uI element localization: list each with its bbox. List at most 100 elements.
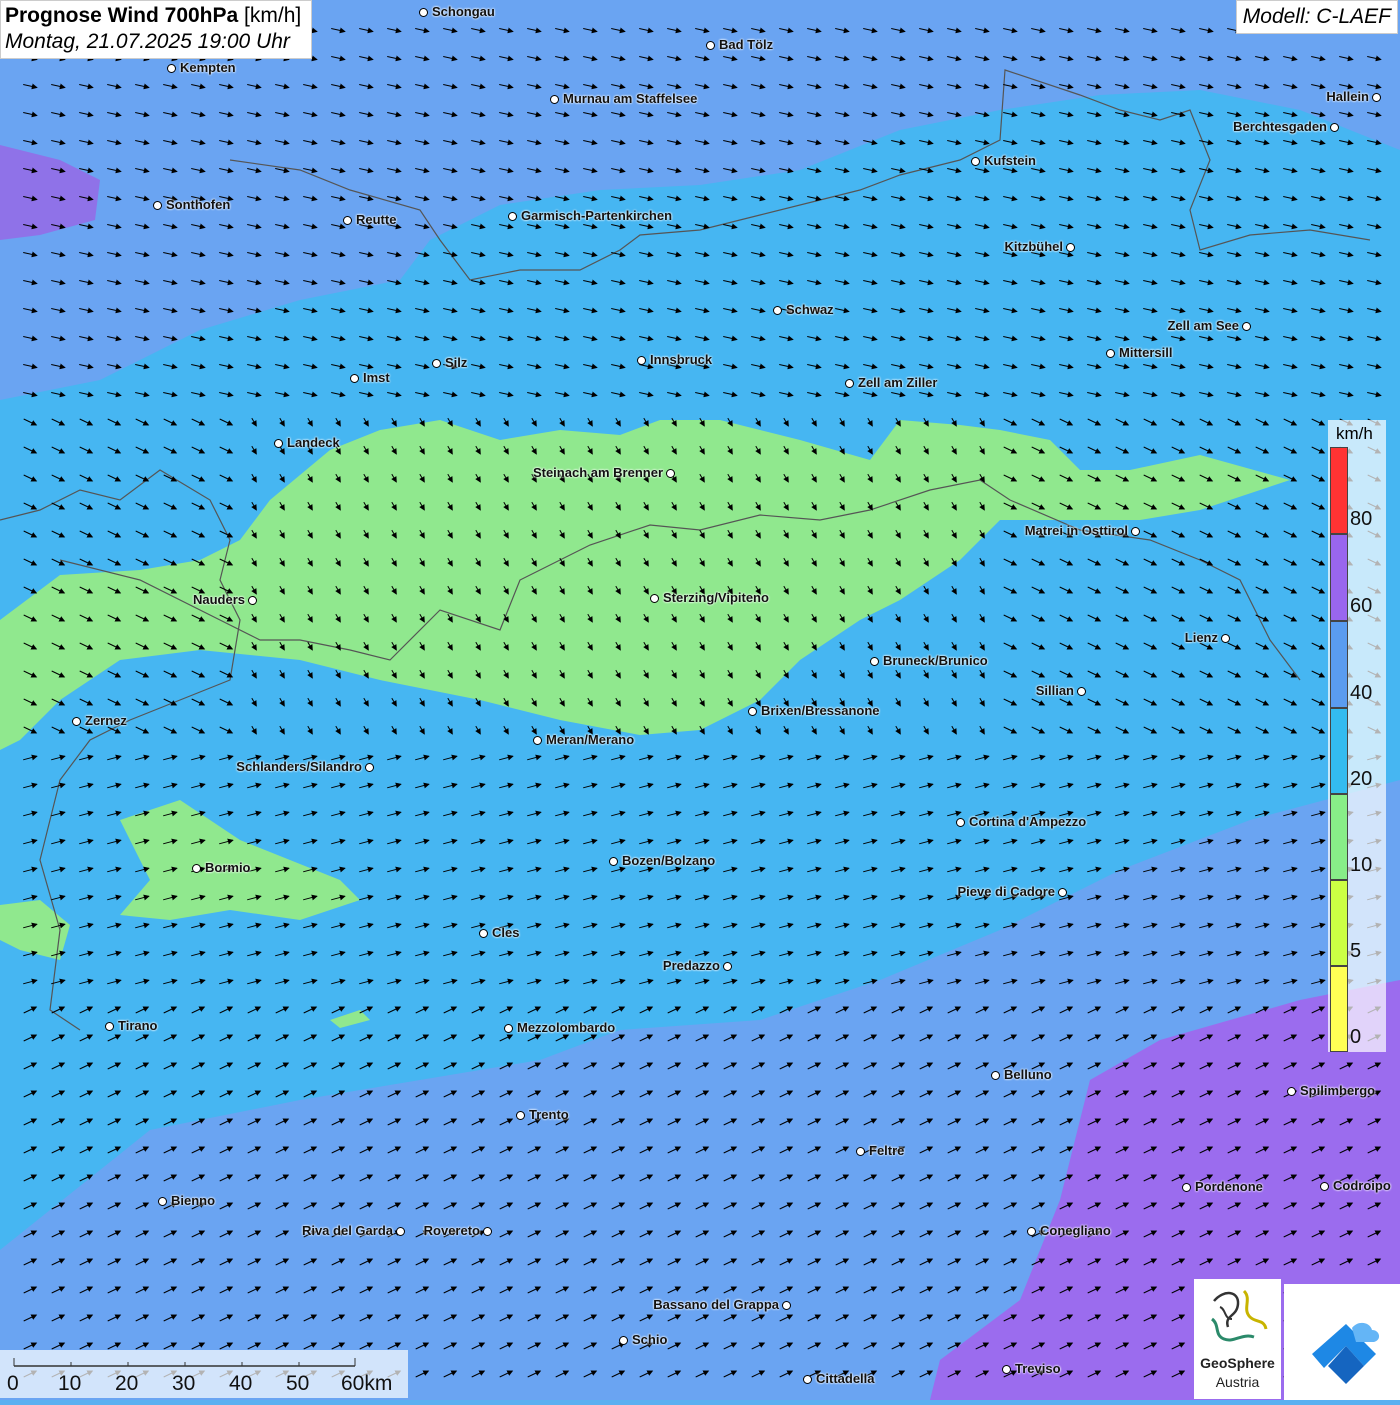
city-marker[interactable]: [1066, 243, 1075, 252]
city-marker[interactable]: [192, 864, 201, 873]
legend-tick-5: 5: [1350, 940, 1362, 962]
city-marker[interactable]: [396, 1227, 405, 1236]
scale-label-10: 10: [58, 1372, 82, 1395]
city-marker[interactable]: [1320, 1182, 1329, 1191]
city-marker[interactable]: [971, 157, 980, 166]
city-marker[interactable]: [1077, 687, 1086, 696]
city-marker[interactable]: [479, 929, 488, 938]
city-marker[interactable]: [991, 1071, 1000, 1080]
city-marker[interactable]: [274, 439, 283, 448]
legend-swatch-40-60: [1330, 621, 1348, 708]
city-label: Schwaz: [786, 302, 834, 317]
city-label: Conegliano: [1040, 1223, 1111, 1238]
city-label: Meran/Merano: [546, 732, 635, 747]
city-marker[interactable]: [72, 717, 81, 726]
city-marker[interactable]: [650, 594, 659, 603]
city-marker[interactable]: [516, 1111, 525, 1120]
city-marker[interactable]: [1182, 1183, 1191, 1192]
legend-swatch-20-40: [1330, 708, 1348, 794]
city-label: Imst: [363, 370, 390, 385]
city-marker[interactable]: [533, 736, 542, 745]
scale-label-60km: 60km: [341, 1372, 393, 1395]
city-label: Codroipo: [1333, 1178, 1391, 1193]
city-marker[interactable]: [248, 596, 257, 605]
city-label: Tirano: [118, 1018, 158, 1033]
city-marker[interactable]: [845, 379, 854, 388]
city-marker[interactable]: [856, 1147, 865, 1156]
legend-unit: km/h: [1336, 424, 1373, 443]
city-label: Schongau: [432, 4, 495, 19]
city-marker[interactable]: [1372, 93, 1381, 102]
city-marker[interactable]: [1106, 349, 1115, 358]
city-label: Innsbruck: [650, 352, 713, 367]
city-marker[interactable]: [803, 1375, 812, 1384]
city-marker[interactable]: [365, 763, 374, 772]
city-marker[interactable]: [343, 216, 352, 225]
city-label: Kitzbühel: [1004, 239, 1064, 254]
city-label: Murnau am Staffelsee: [563, 91, 698, 106]
city-label: Sillian: [1035, 683, 1074, 698]
city-marker[interactable]: [637, 356, 646, 365]
city-label: Bruneck/Brunico: [883, 653, 988, 668]
city-label: Cortina d'Ampezzo: [969, 814, 1087, 829]
city-marker[interactable]: [1131, 527, 1140, 536]
forecast-datetime: Montag, 21.07.2025 19:00 Uhr: [5, 30, 290, 53]
city-marker[interactable]: [956, 818, 965, 827]
city-marker[interactable]: [609, 857, 618, 866]
city-label: Cles: [492, 925, 520, 940]
city-marker[interactable]: [1058, 888, 1067, 897]
city-label: Trento: [529, 1107, 569, 1122]
city-marker[interactable]: [1242, 322, 1251, 331]
city-marker[interactable]: [419, 8, 428, 17]
city-marker[interactable]: [1027, 1227, 1036, 1236]
city-marker[interactable]: [666, 469, 675, 478]
city-marker[interactable]: [153, 201, 162, 210]
scale-label-0: 0: [7, 1372, 19, 1395]
city-marker[interactable]: [870, 657, 879, 666]
city-marker[interactable]: [158, 1197, 167, 1206]
city-marker[interactable]: [350, 374, 359, 383]
city-marker[interactable]: [782, 1301, 791, 1310]
city-marker[interactable]: [723, 962, 732, 971]
scale-bar-ruler: [13, 1358, 356, 1367]
city-marker[interactable]: [748, 707, 757, 716]
title-unit: [km/h]: [244, 4, 302, 27]
legend-swatch-10-20: [1330, 794, 1348, 880]
title-main-text: Prognose Wind 700hPa: [5, 4, 239, 27]
city-label: Garmisch-Partenkirchen: [521, 208, 673, 223]
city-marker[interactable]: [1287, 1087, 1296, 1096]
scale-bar: 0 10 20 30 40 50 60km: [0, 1350, 408, 1398]
legend-tick-60: 60: [1350, 595, 1373, 617]
city-label: Pieve di Cadore: [957, 884, 1055, 899]
city-marker[interactable]: [1330, 123, 1339, 132]
city-label: Belluno: [1004, 1067, 1052, 1082]
city-marker[interactable]: [483, 1227, 492, 1236]
geosphere-emblem-icon: [1210, 1289, 1268, 1342]
city-marker[interactable]: [706, 41, 715, 50]
city-marker[interactable]: [1221, 634, 1230, 643]
title-box: Prognose Wind 700hPa [km/h] Montag, 21.0…: [0, 0, 313, 59]
city-marker[interactable]: [105, 1022, 114, 1031]
geosphere-name: GeoSphere: [1200, 1355, 1275, 1371]
city-marker[interactable]: [550, 95, 559, 104]
legend-swatch-0-5: [1330, 966, 1348, 1052]
city-marker[interactable]: [432, 359, 441, 368]
app-logo[interactable]: [1284, 1284, 1400, 1400]
city-marker[interactable]: [619, 1336, 628, 1345]
city-label: Zernez: [85, 713, 127, 728]
city-marker[interactable]: [167, 64, 176, 73]
geosphere-logo[interactable]: GeoSphere Austria: [1194, 1279, 1281, 1399]
city-marker[interactable]: [504, 1024, 513, 1033]
city-label: Feltre: [869, 1143, 905, 1158]
city-label: Treviso: [1015, 1361, 1061, 1376]
scale-label-20: 20: [115, 1372, 139, 1395]
city-label: Sterzing/Vipiteno: [663, 590, 769, 605]
city-label: Landeck: [287, 435, 340, 450]
city-marker[interactable]: [1002, 1365, 1011, 1374]
city-label: Reutte: [356, 212, 397, 227]
city-label: Silz: [445, 355, 468, 370]
city-marker[interactable]: [508, 212, 517, 221]
city-marker[interactable]: [773, 306, 782, 315]
scale-label-40: 40: [229, 1372, 253, 1395]
city-label: Cittadella: [816, 1371, 875, 1386]
